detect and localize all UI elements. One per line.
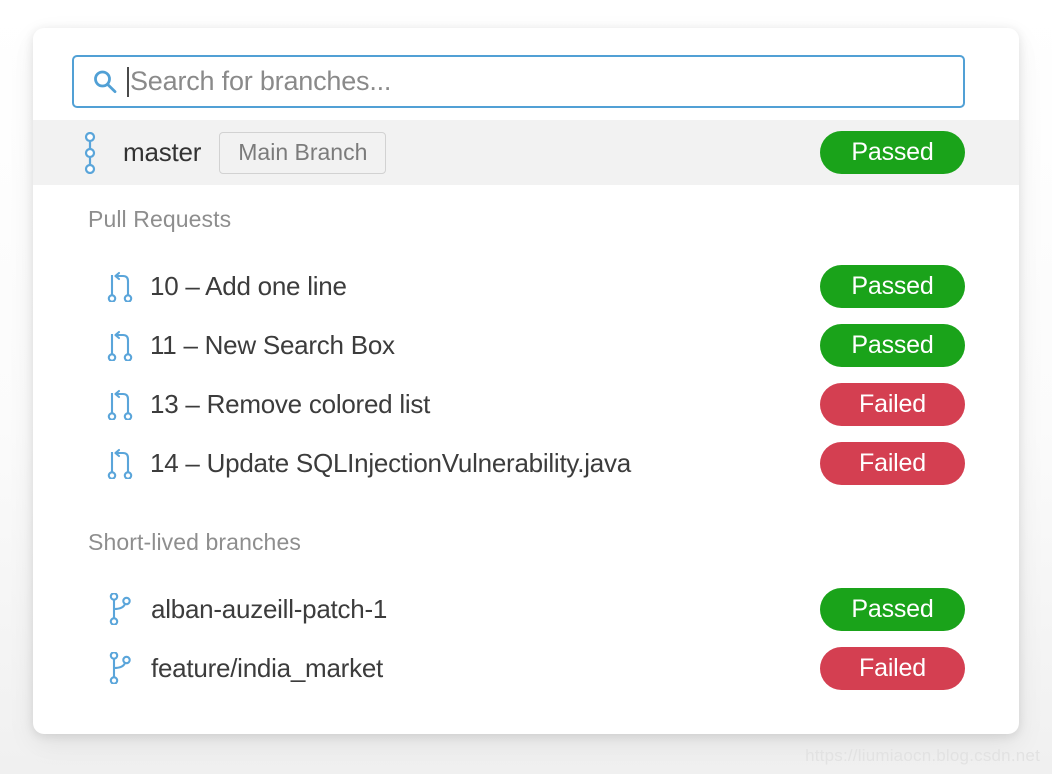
status-badge: Failed xyxy=(820,383,965,426)
pull-request-label: 13 – Remove colored list xyxy=(150,388,431,419)
status-badge: Failed xyxy=(820,442,965,485)
pull-request-icon xyxy=(107,448,133,479)
branch-label: feature/india_market xyxy=(151,652,384,683)
branch-row-master[interactable]: master Main Branch Passed xyxy=(33,120,1019,185)
pull-request-icon xyxy=(107,271,133,302)
search-placeholder: Search for branches... xyxy=(130,66,392,96)
section-header-pull-requests: Pull Requests xyxy=(88,206,232,232)
branch-name-master: master xyxy=(123,137,202,167)
branch-row[interactable]: feature/india_market Failed xyxy=(33,642,1019,694)
pull-request-row[interactable]: 11 – New Search Box Passed xyxy=(33,319,1019,371)
search-icon xyxy=(94,70,117,93)
pull-request-label: 10 – Add one line xyxy=(150,270,347,301)
branch-row[interactable]: alban-auzeill-patch-1 Passed xyxy=(33,583,1019,635)
watermark: https://liumiaocn.blog.csdn.net xyxy=(805,746,1040,765)
commit-chain-icon xyxy=(84,131,96,174)
pull-request-icon xyxy=(107,389,133,420)
pull-request-label: 11 – New Search Box xyxy=(150,329,395,360)
branch-icon xyxy=(109,593,131,625)
section-header-short-lived-branches: Short-lived branches xyxy=(88,529,301,555)
pull-request-row[interactable]: 10 – Add one line Passed xyxy=(33,260,1019,312)
search-input[interactable]: Search for branches... xyxy=(72,55,965,108)
pull-request-row[interactable]: 14 – Update SQLInjectionVulnerability.ja… xyxy=(33,437,1019,489)
text-caret xyxy=(127,66,129,97)
main-branch-tag: Main Branch xyxy=(219,131,387,174)
pull-request-label: 14 – Update SQLInjectionVulnerability.ja… xyxy=(150,447,631,478)
branch-icon xyxy=(109,652,131,684)
status-badge: Passed xyxy=(820,265,965,308)
status-badge: Passed xyxy=(820,324,965,367)
status-badge: Failed xyxy=(820,647,965,690)
pull-request-row[interactable]: 13 – Remove colored list Failed xyxy=(33,378,1019,430)
page-background: Search for branches... master Main Branc… xyxy=(0,0,1052,774)
branch-label: alban-auzeill-patch-1 xyxy=(151,593,388,624)
branch-list-card: Search for branches... master Main Branc… xyxy=(33,28,1019,734)
status-badge: Passed xyxy=(820,588,965,631)
status-badge: Passed xyxy=(820,131,965,174)
pull-request-icon xyxy=(107,330,133,361)
